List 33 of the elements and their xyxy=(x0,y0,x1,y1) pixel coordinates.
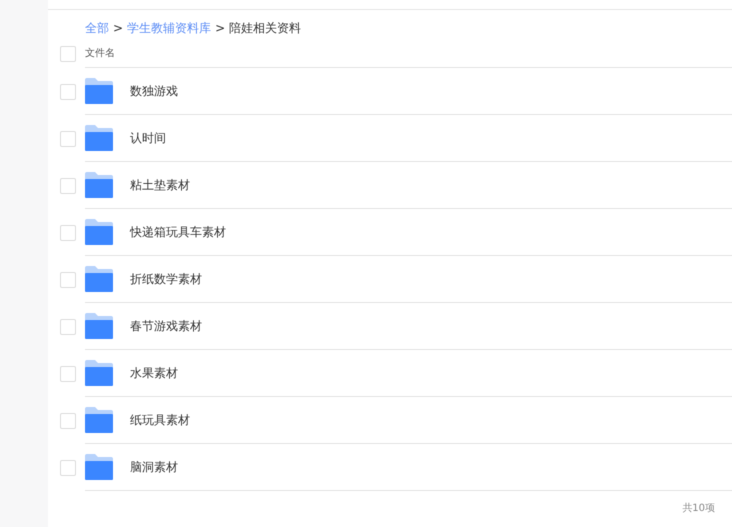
folder-name[interactable]: 纸玩具素材 xyxy=(130,411,190,429)
breadcrumb-current: 陪娃相关资料 xyxy=(229,20,302,37)
folder-icon xyxy=(85,360,113,386)
checkbox[interactable] xyxy=(60,46,76,62)
folder-name[interactable]: 数独游戏 xyxy=(130,82,178,100)
checkbox[interactable] xyxy=(60,412,76,428)
folder-name[interactable]: 快递箱玩具车素材 xyxy=(130,223,226,241)
folder-name[interactable]: 春节游戏素材 xyxy=(130,317,202,335)
breadcrumb-separator: > xyxy=(215,20,226,37)
checkbox[interactable] xyxy=(60,318,76,334)
checkbox[interactable] xyxy=(60,224,76,240)
folder-icon xyxy=(85,172,113,198)
checkbox[interactable] xyxy=(60,178,76,194)
folder-icon xyxy=(85,266,113,292)
folder-icon xyxy=(85,407,113,433)
folder-name[interactable]: 脑洞素材 xyxy=(130,458,178,476)
folder-icon xyxy=(85,125,113,151)
folder-icon xyxy=(85,78,113,104)
column-header: 文件名 xyxy=(85,46,115,61)
checkbox[interactable] xyxy=(60,84,76,100)
checkbox[interactable] xyxy=(60,272,76,288)
checkbox[interactable] xyxy=(60,130,76,146)
folder-name[interactable]: 水果素材 xyxy=(130,364,178,382)
folder-name[interactable]: 粘土垫素材 xyxy=(130,176,190,194)
checkbox[interactable] xyxy=(60,460,76,476)
folder-name[interactable]: 折纸数学素材 xyxy=(130,270,202,288)
folder-icon xyxy=(85,313,113,339)
folder-icon xyxy=(85,454,113,480)
breadcrumb-separator: > xyxy=(113,20,124,37)
folder-name[interactable]: 认时间 xyxy=(130,129,166,147)
total-count: 共10项 xyxy=(682,502,715,516)
checkbox[interactable] xyxy=(60,366,76,382)
folder-icon xyxy=(85,219,113,245)
